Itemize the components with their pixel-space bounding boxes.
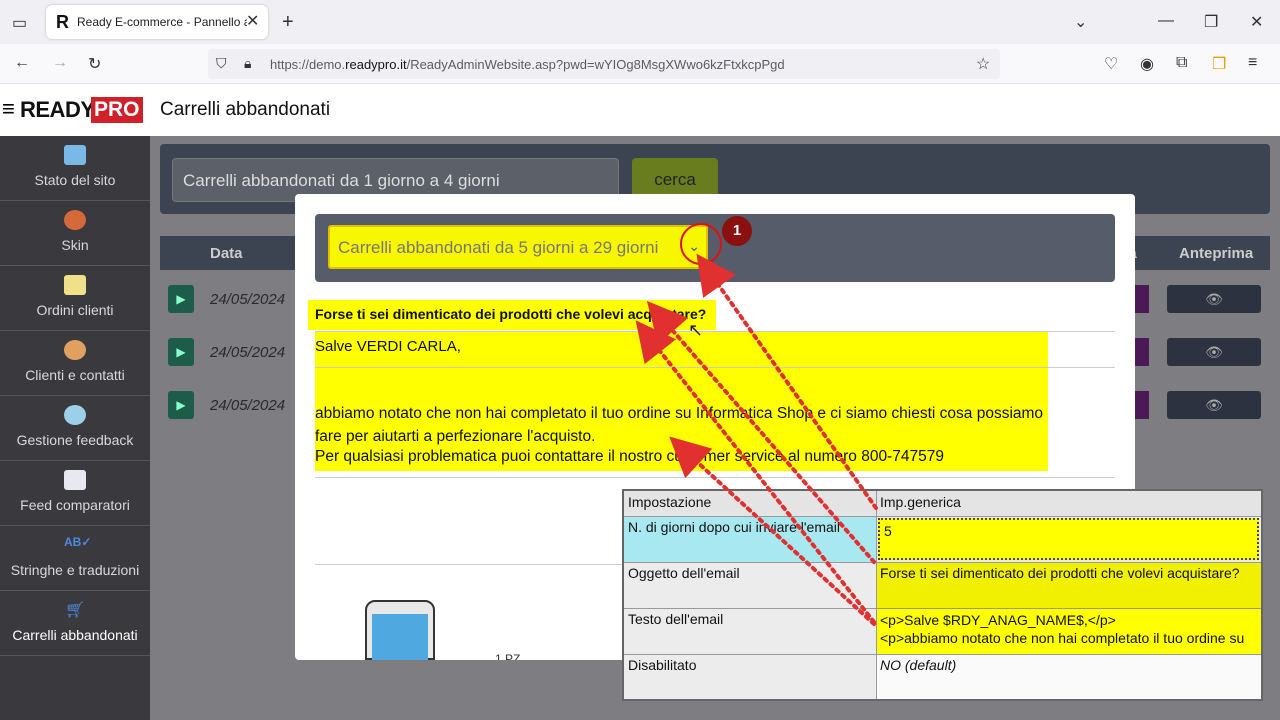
users-icon <box>64 340 86 360</box>
preview-eye-icon[interactable]: 👁︎ <box>1167 285 1261 313</box>
settings-header-right: Imp.generica <box>876 491 1261 516</box>
hamburger-icon[interactable]: ≡ <box>2 96 15 122</box>
notepad-icon <box>64 275 86 295</box>
modal-period-select[interactable]: Carrelli abbandonati da 5 giorni a 29 gi… <box>328 225 708 269</box>
email-body-text: abbiamo notato che non hai completato il… <box>315 405 1044 445</box>
multi-account-icon[interactable]: ❐ <box>1212 54 1226 74</box>
product-image <box>365 600 435 660</box>
pocket-icon[interactable]: ♡ <box>1104 54 1118 74</box>
sidebar-item-label: Gestione feedback <box>16 432 134 448</box>
setting-value-text-line2: <p>abbiamo notato che non hai completato… <box>880 630 1245 646</box>
logo-ready: READY <box>20 97 95 122</box>
sidebar-item-ordini[interactable]: Ordini clienti <box>0 266 150 331</box>
sidebar-item-label: Ordini clienti <box>36 302 114 318</box>
account-icon[interactable]: ◉ <box>1140 54 1154 74</box>
lock-icon[interactable]: 🔒︎ <box>244 55 251 72</box>
browser-tab-bar: ▭ R Ready E-commerce - Pannello a ✕ + ⌄ … <box>0 0 1280 44</box>
sidebar-item-carrelli[interactable]: 🛒︎ Carrelli abbandonati <box>0 591 150 656</box>
minimize-icon[interactable]: — <box>1158 12 1174 30</box>
expand-icon[interactable]: ▶ <box>168 338 194 366</box>
divider <box>315 367 1115 368</box>
restore-icon[interactable]: ❐ <box>1204 12 1218 32</box>
monitor-search-icon <box>64 145 86 165</box>
tab-title: Ready E-commerce - Pannello a <box>77 15 247 29</box>
setting-value-disabled[interactable]: NO (default) <box>876 654 1261 699</box>
address-bar[interactable]: ⛉ 🔒︎ https://demo.readypro.it/ReadyAdmin… <box>208 49 1000 79</box>
tab-list-icon[interactable]: ▭ <box>12 13 27 33</box>
sidebar-item-label: Stato del sito <box>34 172 116 188</box>
close-tab-icon[interactable]: ✕ <box>246 11 259 31</box>
setting-name-text: Testo dell'email <box>628 611 724 627</box>
shield-icon[interactable]: ⛉ <box>216 55 227 72</box>
preview-eye-icon[interactable]: 👁︎ <box>1167 391 1261 419</box>
email-body-contact: Per qualsiasi problematica puoi contatta… <box>315 448 944 465</box>
sidebar-item-label: Feed comparatori <box>20 497 130 513</box>
expand-icon[interactable]: ▶ <box>168 285 194 313</box>
sidebar: Stato del sito Skin Ordini clienti Clien… <box>0 136 150 720</box>
chevron-down-icon[interactable]: ⌄ <box>1074 12 1087 32</box>
reload-icon[interactable]: ↻ <box>88 54 101 74</box>
row-date: 24/05/2024 <box>210 291 286 308</box>
new-tab-icon[interactable]: + <box>282 11 294 34</box>
sidebar-item-skin[interactable]: Skin <box>0 201 150 266</box>
step-badge: 1 <box>722 216 752 246</box>
highlight-circle <box>680 223 722 265</box>
sidebar-item-clienti[interactable]: Clienti e contatti <box>0 331 150 396</box>
setting-name-days: N. di giorni dopo cui inviare l'email <box>624 516 876 562</box>
page-title: Carrelli abbandonati <box>160 99 331 120</box>
grid-line <box>624 516 1261 517</box>
sidebar-item-stato-sito[interactable]: Stato del sito <box>0 136 150 201</box>
back-icon[interactable]: ← <box>14 54 30 72</box>
extensions-icon[interactable]: ⧉ <box>1176 54 1187 72</box>
email-body: Salve VERDI CARLA, abbiamo notato che no… <box>315 332 1048 471</box>
setting-name-disabled: Disabilitato <box>628 657 697 673</box>
grid-line <box>876 491 877 699</box>
sidebar-item-stringhe[interactable]: AB✓ Stringhe e traduzioni <box>0 526 150 591</box>
preview-eye-icon[interactable]: 👁︎ <box>1167 338 1261 366</box>
settings-header-left: Impostazione <box>624 491 876 516</box>
close-window-icon[interactable]: ✕ <box>1250 12 1263 32</box>
sidebar-item-feed[interactable]: Feed comparatori <box>0 461 150 526</box>
forward-icon[interactable]: → <box>52 54 68 72</box>
url-text: https://demo.readypro.it/ReadyAdminWebsi… <box>270 57 785 72</box>
grid-icon <box>64 470 86 490</box>
sidebar-item-label: Skin <box>61 237 89 253</box>
readypro-favicon-icon: R <box>56 12 69 32</box>
browser-tab[interactable]: R Ready E-commerce - Pannello a ✕ <box>46 5 268 39</box>
product-qty: 1 PZ <box>495 652 521 660</box>
logo-pro: PRO <box>91 97 143 123</box>
sidebar-item-label: Carrelli abbandonati <box>12 627 138 643</box>
column-preview: Anteprima <box>1179 245 1254 262</box>
feedback-bubble-icon <box>64 405 86 425</box>
palette-icon <box>64 210 86 230</box>
cart-icon: 🛒︎ <box>64 602 86 619</box>
mouse-cursor-icon: ↖ <box>688 320 704 340</box>
spellcheck-icon: AB✓ <box>64 535 92 549</box>
sidebar-item-label: Clienti e contatti <box>25 367 125 383</box>
grid-line <box>624 562 1261 563</box>
row-date: 24/05/2024 <box>210 397 286 414</box>
setting-value-subject[interactable]: Forse ti sei dimenticato dei prodotti ch… <box>876 562 1261 608</box>
email-greeting: Salve VERDI CARLA, <box>315 338 461 355</box>
settings-grid: Impostazione Imp.generica N. di giorni d… <box>622 489 1263 701</box>
sidebar-item-feedback[interactable]: Gestione feedback <box>0 396 150 461</box>
setting-value-days[interactable]: 5 <box>878 518 1259 560</box>
grid-line <box>624 608 1261 609</box>
modal-select-value: Carrelli abbandonati da 5 giorni a 29 gi… <box>338 238 659 257</box>
browser-nav-bar: ← → ↻ ⛉ 🔒︎ https://demo.readypro.it/Read… <box>0 44 1280 84</box>
sidebar-item-label: Stringhe e traduzioni <box>10 562 140 578</box>
setting-value-text[interactable]: <p>Salve $RDY_ANAG_NAME$,</p> <p>abbiamo… <box>876 608 1261 654</box>
app-header: ≡ READY PRO Carrelli abbandonati <box>0 84 1280 136</box>
setting-value-text-line1: <p>Salve $RDY_ANAG_NAME$,</p> <box>880 612 1116 628</box>
email-subject: Forse ti sei dimenticato dei prodotti ch… <box>308 300 716 330</box>
row-date: 24/05/2024 <box>210 344 286 361</box>
divider <box>315 477 1115 478</box>
menu-icon[interactable]: ≡ <box>1248 54 1257 72</box>
grid-line <box>624 654 1261 655</box>
star-icon[interactable]: ☆ <box>976 54 990 74</box>
expand-icon[interactable]: ▶ <box>168 391 194 419</box>
setting-name-subject: Oggetto dell'email <box>628 565 740 581</box>
column-date: Data <box>210 245 243 262</box>
